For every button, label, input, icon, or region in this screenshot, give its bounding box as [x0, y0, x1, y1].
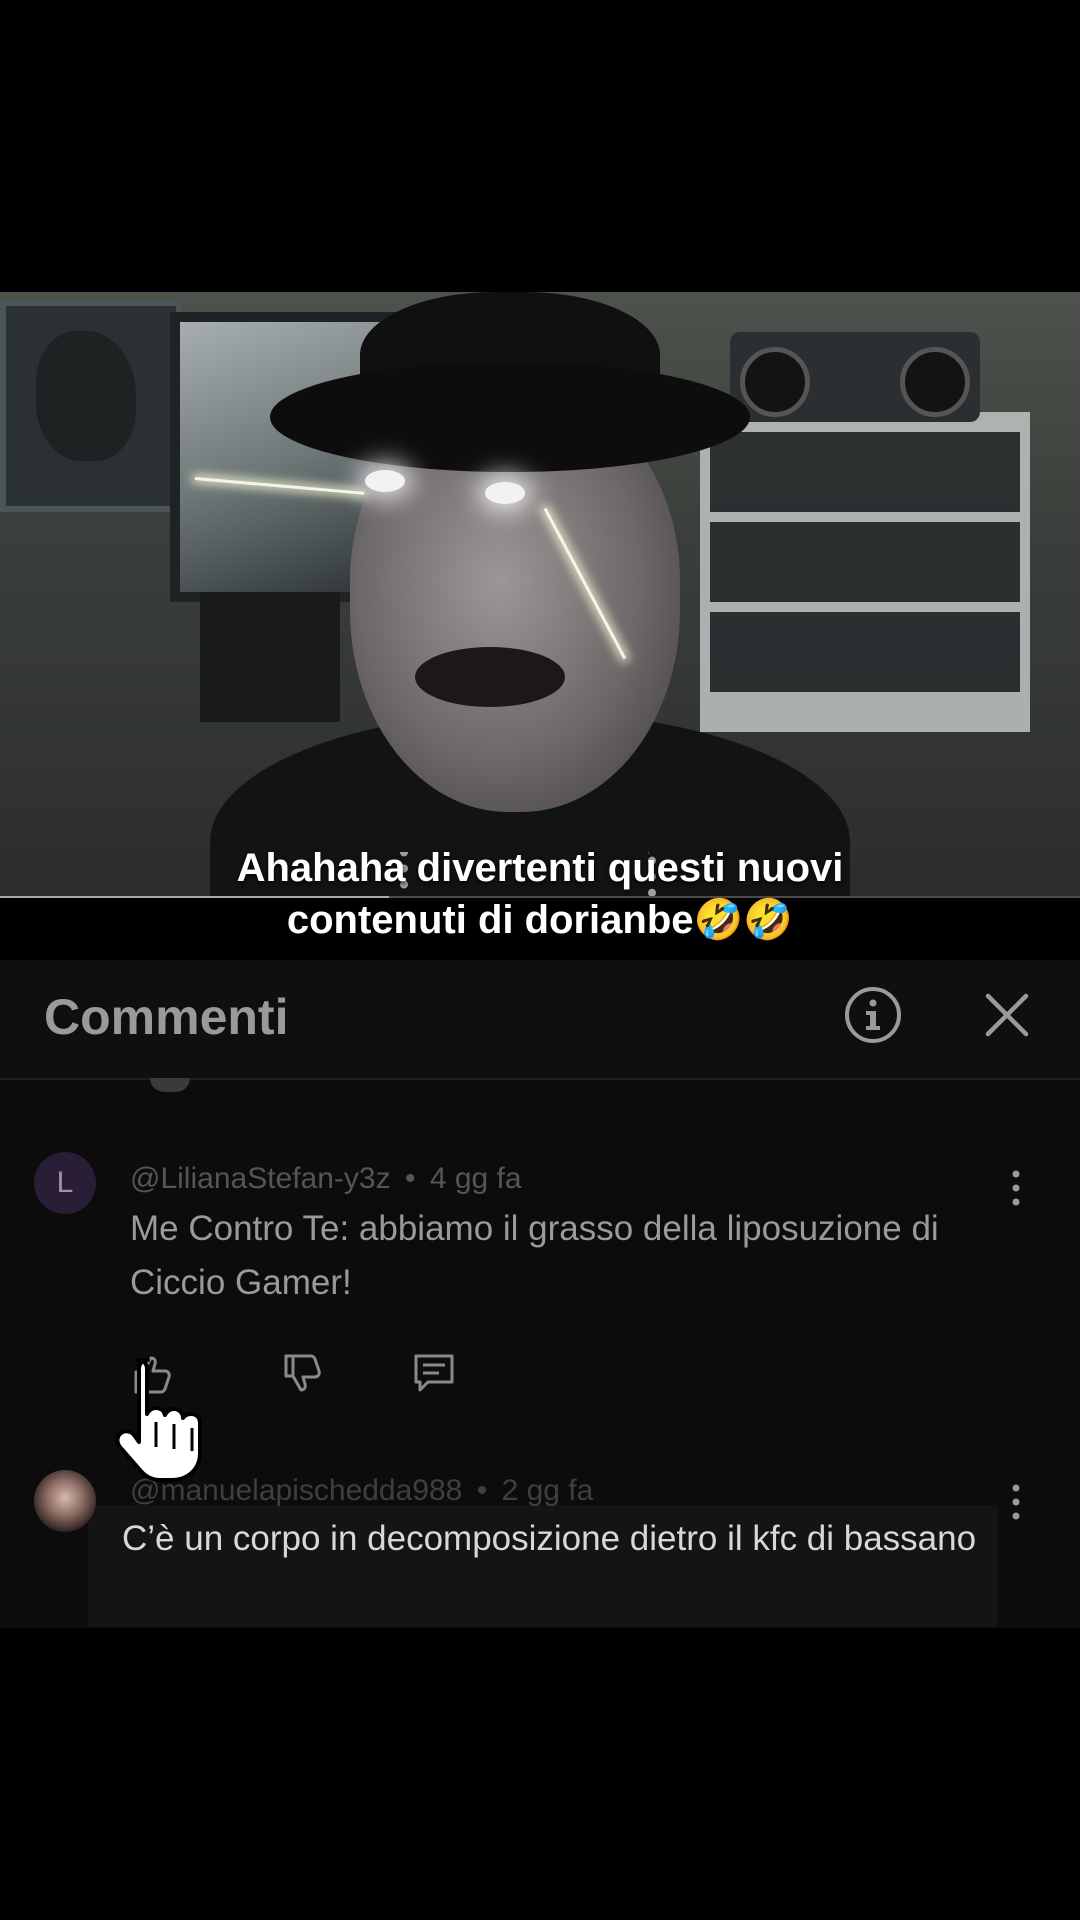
caption-line-1: Ahahaha divertenti questi nuovi	[236, 846, 844, 890]
video-player[interactable]	[0, 292, 1080, 898]
background-shelf	[700, 412, 1030, 732]
more-options-icon[interactable]	[1008, 1482, 1024, 1522]
comments-header: Commenti	[0, 960, 1080, 1080]
background-tv	[200, 592, 340, 722]
background-stereo	[730, 332, 980, 422]
comment-text: C’è un corpo in decomposizione dietro il…	[122, 1519, 977, 1558]
avatar[interactable]	[34, 1470, 96, 1532]
person-hat-brim	[270, 362, 750, 472]
comment-meta: @LilianaStefan-y3z • 4 gg fa	[130, 1162, 522, 1196]
more-options-icon[interactable]	[1008, 1168, 1024, 1208]
hand-pointer-icon	[115, 1358, 202, 1482]
comment-author[interactable]: @LilianaStefan-y3z	[130, 1162, 391, 1195]
comment-text: Me Contro Te: abbiamo il grasso della li…	[130, 1209, 939, 1302]
thumbs-down-icon[interactable]	[278, 1350, 326, 1398]
comment-time: 2 gg fa	[501, 1474, 594, 1507]
close-icon[interactable]	[978, 986, 1036, 1044]
info-icon[interactable]	[844, 986, 902, 1044]
wall-painting	[0, 300, 182, 512]
glowing-eye-right	[485, 482, 525, 504]
comments-title: Commenti	[44, 989, 289, 1045]
glowing-eye-left	[365, 470, 405, 492]
person-mouth	[415, 647, 565, 707]
avatar[interactable]: L	[34, 1152, 96, 1214]
caption-line-2: contenuti di dorianbe🤣🤣	[286, 898, 794, 942]
comment-time: 4 gg fa	[429, 1162, 522, 1195]
video-caption: Ahahaha divertenti questi nuovi contenut…	[0, 842, 1080, 946]
meta-separator: •	[404, 1162, 416, 1195]
reply-icon[interactable]	[410, 1350, 458, 1398]
meta-separator: •	[476, 1474, 488, 1507]
